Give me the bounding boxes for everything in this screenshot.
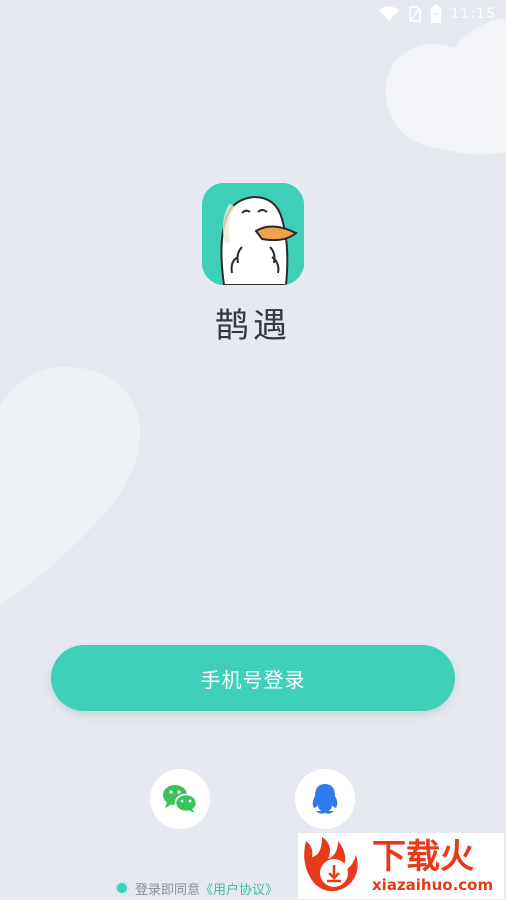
watermark-title: 下载火 [372,837,474,877]
app-logo [202,183,304,285]
user-agreement-link[interactable]: 《用户协议》 [200,879,278,898]
watermark-url: xiazaihuo.com [372,876,494,894]
agreement-prefix: 登录即同意 [135,882,201,898]
wechat-login-button[interactable] [150,769,210,829]
app-name: 鹊遇 [215,306,291,346]
agreement-row: 登录即同意 《用户协议》 [115,878,278,898]
duck-mascot-icon [202,183,304,285]
background-cloud-top-right [385,18,506,155]
phone-login-label: 手机号登录 [200,667,306,692]
fire-logo-icon [304,837,358,892]
phone-login-button[interactable]: 手机号登录 [51,645,455,711]
background-heart-left [0,366,141,605]
agree-radio[interactable] [115,881,129,895]
qq-icon [312,784,338,814]
wechat-icon [163,785,198,813]
qq-login-button[interactable] [295,769,355,829]
watermark-logo: 下载火 xiazaihuo.com [298,833,504,899]
